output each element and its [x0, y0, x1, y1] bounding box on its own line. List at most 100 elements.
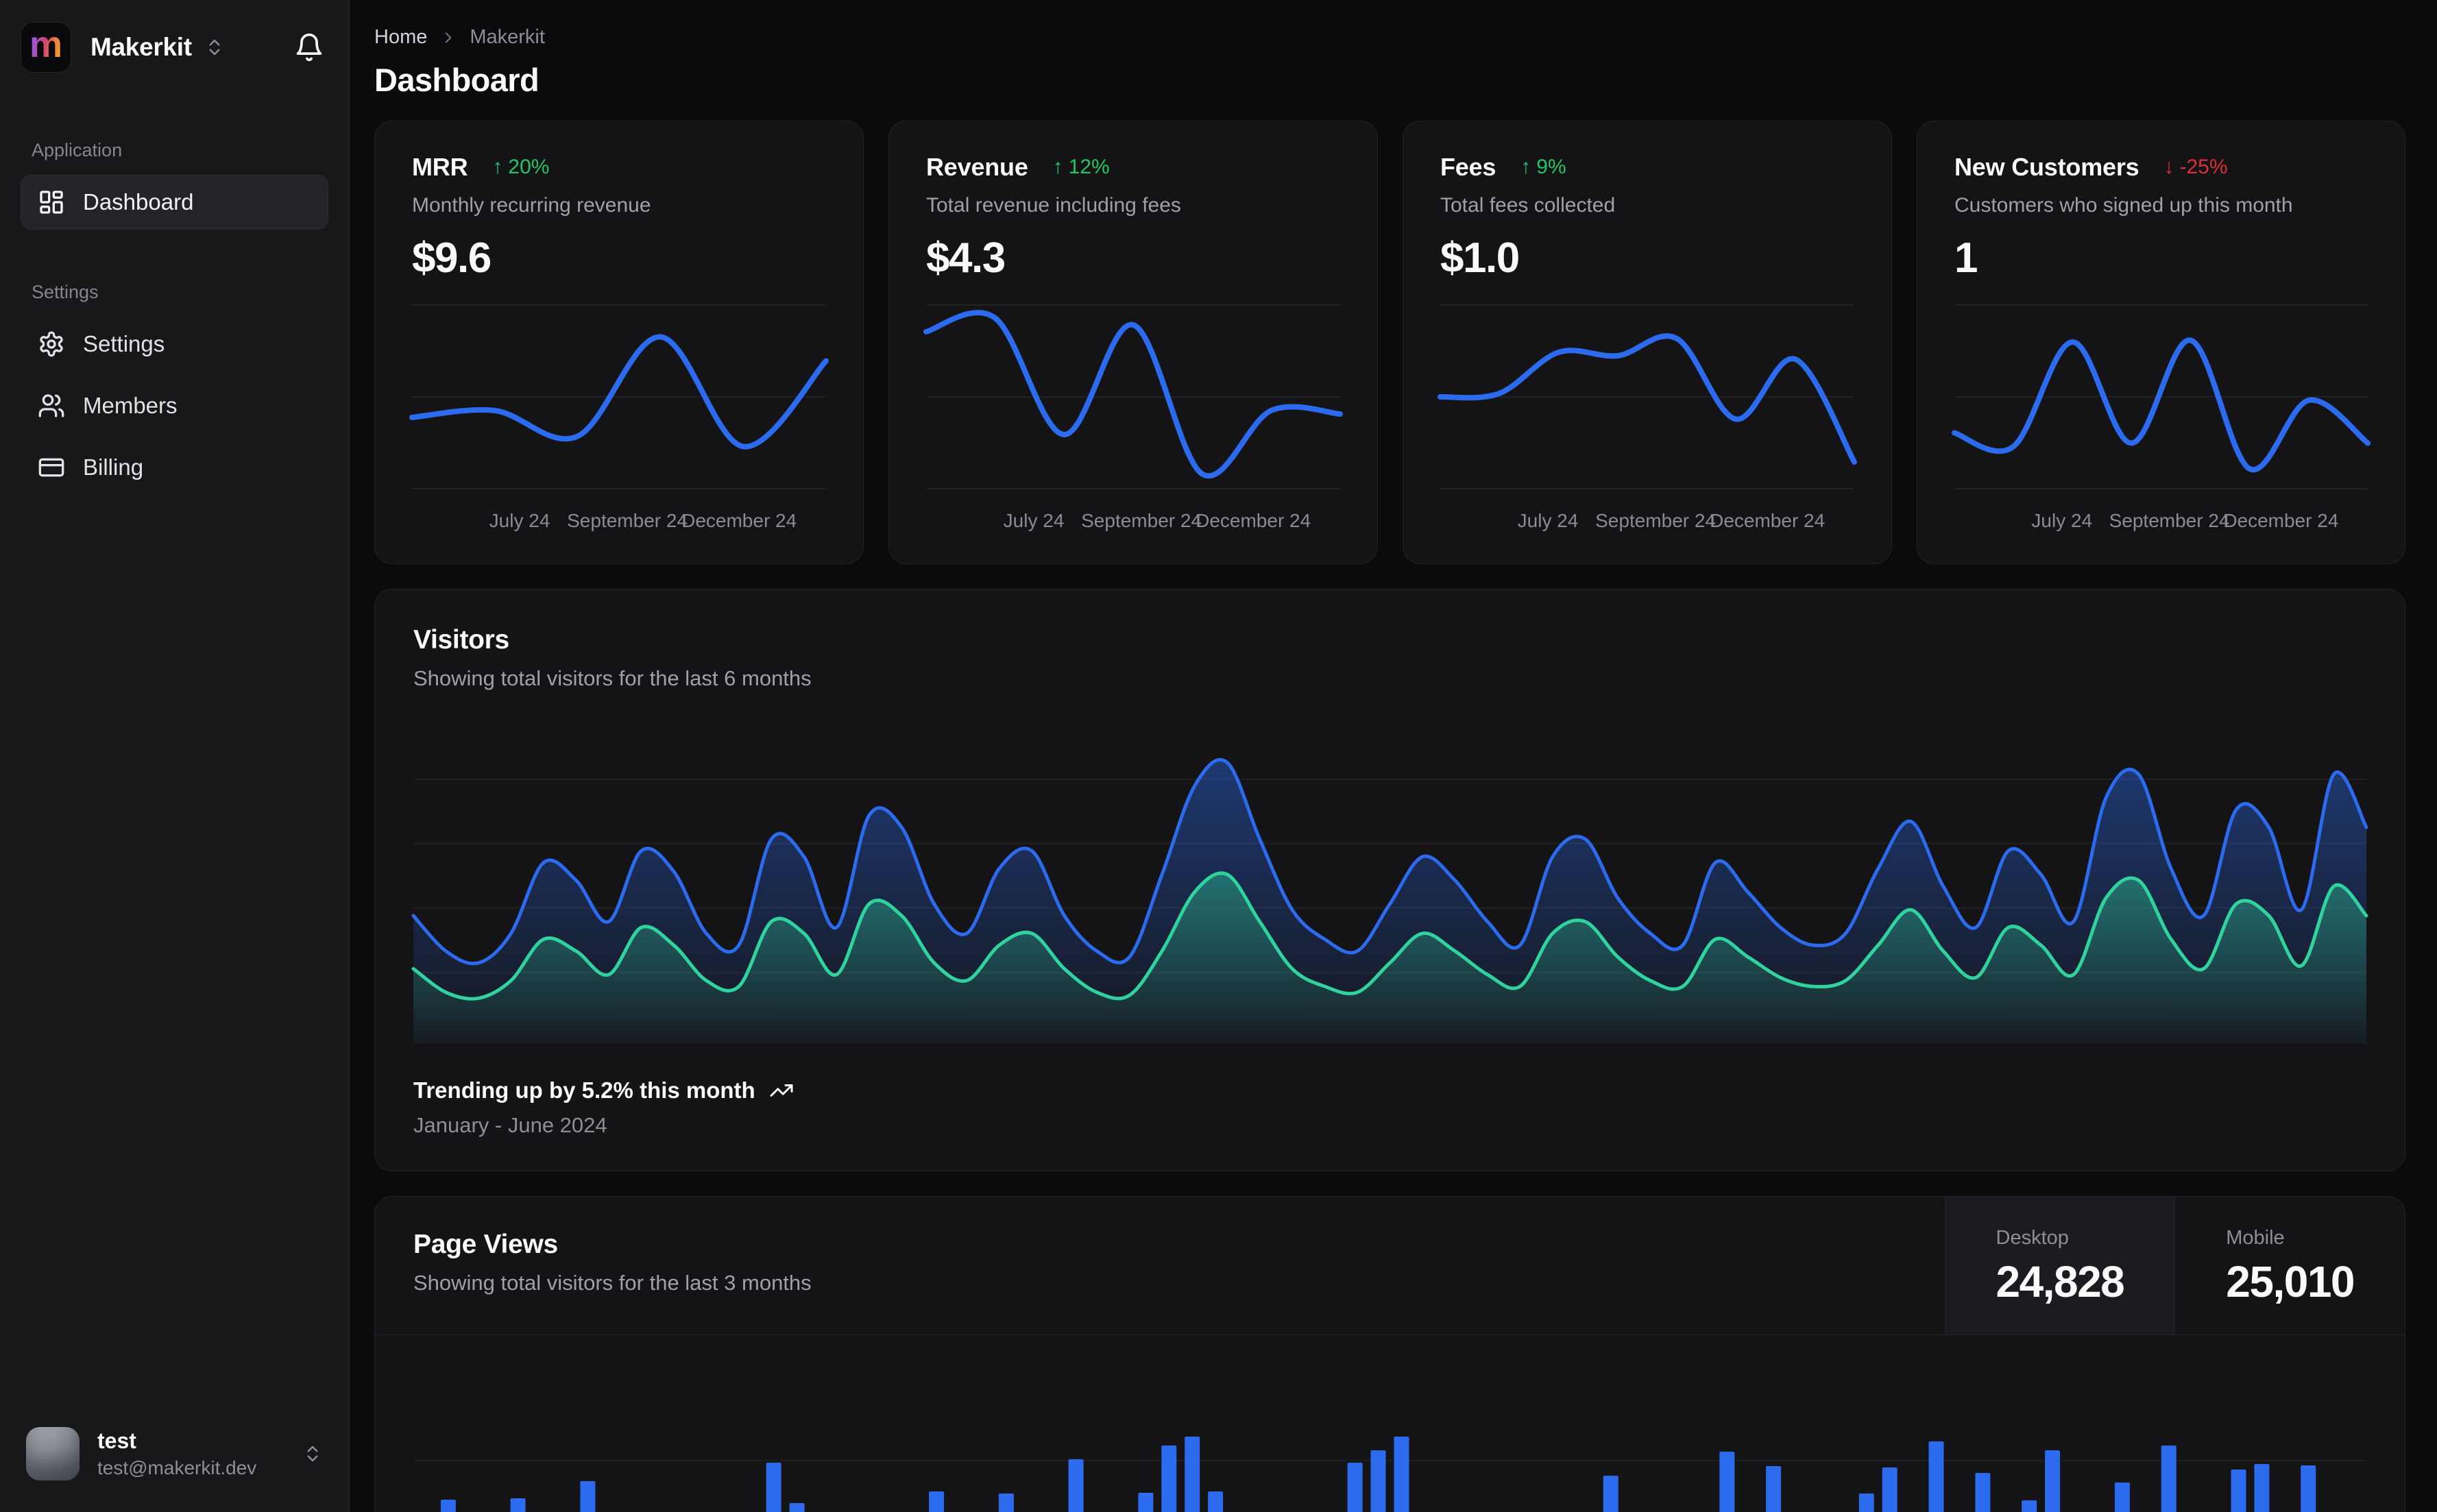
dashboard-icon — [38, 188, 65, 216]
axis-tick-label: July 24 — [1003, 510, 1065, 531]
stat-card-mrr: MRR ↑ 20% Monthly recurring revenue $9.6… — [374, 121, 864, 564]
sidebar-item-members[interactable]: Members — [21, 378, 328, 433]
page-views-subtitle: Showing total visitors for the last 3 mo… — [413, 1271, 812, 1295]
axis-tick-label: December 24 — [1196, 510, 1311, 531]
trend-value: -25% — [2179, 156, 2228, 178]
stat-value: $1.0 — [1440, 234, 1520, 282]
stat-value: 1 — [1954, 234, 1978, 282]
workspace-name: Makerkit — [90, 33, 192, 61]
trend-badge: ↑ 20% — [492, 156, 549, 179]
stat-value: $4.3 — [926, 234, 1006, 282]
toggle-value: 25,010 — [2226, 1257, 2355, 1306]
chevrons-up-down-icon — [204, 37, 225, 58]
visitors-trend-text: Trending up by 5.2% this month — [413, 1077, 755, 1103]
trend-badge: ↑ 12% — [1053, 156, 1110, 179]
axis-tick-label: December 24 — [2223, 510, 2339, 531]
user-name: test — [97, 1428, 136, 1453]
trend-badge: ↑ 9% — [1520, 156, 1566, 179]
trend-value: 9% — [1536, 156, 1566, 178]
sidebar-item-dashboard[interactable]: Dashboard — [21, 175, 328, 230]
visitors-subtitle: Showing total visitors for the last 6 mo… — [413, 666, 812, 690]
new-customers-sparkline-chart — [1952, 304, 2371, 489]
sidebar: m Makerkit Application Dashboard Setting… — [0, 0, 350, 1512]
toggle-value: 24,828 — [1996, 1257, 2125, 1306]
stat-title: Revenue — [926, 153, 1028, 181]
visitors-title: Visitors — [413, 625, 509, 655]
stat-description: Total revenue including fees — [926, 194, 1181, 217]
fees-sparkline-chart — [1438, 304, 1857, 489]
nav-section-application: Application — [32, 140, 123, 160]
axis-tick-label: July 24 — [2031, 510, 2093, 531]
page-views-card: Page Views Showing total visitors for th… — [374, 1196, 2405, 1512]
page-title: Dashboard — [374, 62, 539, 98]
main-content: Home Makerkit Dashboard MRR ↑ 20% Monthl… — [350, 0, 2437, 1512]
stat-description: Customers who signed up this month — [1954, 194, 2293, 217]
chevron-right-icon — [439, 29, 457, 47]
stat-card-new-customers: New Customers ↓ -25% Customers who signe… — [1917, 121, 2405, 564]
avatar — [26, 1427, 80, 1480]
users-icon — [38, 392, 65, 419]
gear-icon — [38, 330, 65, 358]
mrr-x-axis: July 24 September 24 December 24 — [412, 499, 826, 540]
page-views-title: Page Views — [413, 1230, 558, 1259]
sidebar-header: m Makerkit — [21, 22, 328, 73]
bell-icon — [294, 32, 324, 62]
trend-value: 12% — [1068, 156, 1110, 178]
axis-tick-label: September 24 — [1081, 510, 1202, 531]
axis-tick-label: July 24 — [489, 510, 550, 531]
axis-tick-label: December 24 — [681, 510, 797, 531]
revenue-x-axis: July 24 September 24 December 24 — [926, 499, 1340, 540]
axis-tick-label: July 24 — [1517, 510, 1579, 531]
arrow-up-icon: ↑ — [1052, 156, 1063, 178]
user-menu[interactable]: test test@makerkit.dev — [21, 1423, 328, 1485]
toggle-mobile[interactable]: Mobile 25,010 — [2174, 1197, 2405, 1334]
trend-badge: ↓ -25% — [2163, 156, 2227, 179]
revenue-sparkline-chart — [923, 304, 1343, 489]
toggle-label: Desktop — [1996, 1227, 2069, 1249]
user-email: test@makerkit.dev — [97, 1457, 257, 1479]
page-views-series-toggle: Desktop 24,828 Mobile 25,010 — [1944, 1197, 2405, 1334]
stat-title: MRR — [412, 153, 468, 181]
makerkit-logo: m — [21, 22, 71, 73]
sidebar-item-label: Dashboard — [83, 189, 194, 215]
axis-tick-label: September 24 — [2109, 510, 2230, 531]
arrow-down-icon: ↓ — [2163, 156, 2174, 178]
arrow-up-icon: ↑ — [492, 156, 503, 178]
sidebar-item-billing[interactable]: Billing — [21, 440, 328, 495]
mrr-sparkline-chart — [409, 304, 829, 489]
visitors-card: Visitors Showing total visitors for the … — [374, 589, 2405, 1171]
arrow-up-icon: ↑ — [1520, 156, 1531, 178]
notifications-button[interactable] — [290, 28, 328, 66]
toggle-desktop[interactable]: Desktop 24,828 — [1944, 1197, 2175, 1334]
axis-tick-label: September 24 — [1595, 510, 1717, 531]
trend-value: 20% — [508, 156, 550, 178]
stat-cards-row: MRR ↑ 20% Monthly recurring revenue $9.6… — [374, 121, 2405, 564]
page-views-bar-chart — [413, 1335, 2366, 1512]
page-views-header: Page Views Showing total visitors for th… — [375, 1197, 2405, 1335]
logo-letter: m — [29, 24, 62, 65]
toggle-label: Mobile — [2226, 1227, 2285, 1249]
trending-up-icon — [769, 1078, 794, 1103]
breadcrumb-current: Makerkit — [470, 26, 545, 48]
stat-description: Monthly recurring revenue — [412, 194, 651, 217]
stat-title: New Customers — [1954, 153, 2139, 181]
stat-title: Fees — [1440, 153, 1496, 181]
breadcrumb: Home Makerkit — [374, 26, 2405, 49]
visitors-period: January - June 2024 — [413, 1113, 607, 1137]
axis-tick-label: September 24 — [567, 510, 688, 531]
workspace-selector[interactable]: m Makerkit — [21, 22, 225, 73]
stat-card-revenue: Revenue ↑ 12% Total revenue including fe… — [888, 121, 1378, 564]
sidebar-item-settings[interactable]: Settings — [21, 317, 328, 371]
sidebar-item-label: Members — [83, 393, 178, 418]
fees-x-axis: July 24 September 24 December 24 — [1440, 499, 1854, 540]
sidebar-item-label: Billing — [83, 454, 144, 480]
stat-description: Total fees collected — [1440, 194, 1616, 217]
visitors-area-chart — [411, 721, 2368, 1043]
stat-value: $9.6 — [412, 234, 492, 282]
nav-section-settings: Settings — [32, 282, 99, 302]
axis-tick-label: December 24 — [1710, 510, 1826, 531]
new-customers-x-axis: July 24 September 24 December 24 — [1954, 499, 2368, 540]
breadcrumb-home-link[interactable]: Home — [374, 26, 427, 49]
chevrons-up-down-icon — [302, 1443, 323, 1464]
sidebar-item-label: Settings — [83, 331, 165, 356]
